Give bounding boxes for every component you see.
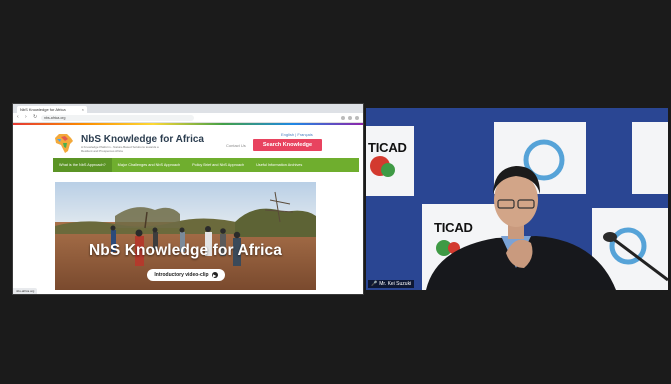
browser-address-bar: ‹ › ↻ nbs-africa.org (13, 113, 363, 123)
forward-icon[interactable]: › (25, 115, 30, 120)
nav-item-major-challenges[interactable]: Major Challenges and NbS Approach (112, 158, 186, 172)
shared-screen-tile: NbS Knowledge for Africa × ‹ › ↻ nbs-afr… (12, 103, 364, 295)
search-knowledge-button[interactable]: Search Knowledge (253, 139, 322, 151)
back-icon[interactable]: ‹ (17, 115, 22, 120)
site-subtitle: A Knowledge Platform - Nature-Based Solu… (81, 145, 159, 153)
participant-video-tile[interactable]: TICAD TICAD 🎤 Mr. Kei Suzuki (366, 108, 668, 290)
site-nav: What is the NbS Approach? Major Challeng… (53, 158, 359, 172)
hero-title: NbS Knowledge for Africa (88, 242, 282, 259)
extension-icon[interactable] (348, 115, 352, 120)
browser-tab[interactable]: NbS Knowledge for Africa × (17, 106, 87, 113)
play-icon: ▶ (211, 272, 218, 278)
nav-item-what-is-nbs[interactable]: What is the NbS Approach? (53, 158, 112, 172)
url-text: nbs-africa.org (44, 115, 66, 120)
backdrop-text-ticad-1: TICAD (368, 140, 407, 155)
hero-banner: NbS Knowledge for Africa Introductory vi… (55, 182, 316, 290)
extension-icons (341, 115, 359, 120)
status-bar-url: nbs-africa.org (13, 288, 38, 294)
site-title[interactable]: NbS Knowledge for Africa (81, 134, 204, 145)
close-icon[interactable]: × (82, 107, 84, 112)
tab-title: NbS Knowledge for Africa (20, 107, 66, 112)
video-button-label: Introductory video-clip (154, 272, 209, 278)
site-header: NbS Knowledge for Africa A Knowledge Pla… (13, 125, 363, 158)
backdrop-text-ticad-2: TICAD (434, 220, 473, 235)
nav-item-archives[interactable]: Useful Information Archives (250, 158, 308, 172)
star-icon[interactable] (341, 115, 345, 120)
participant-name: Mr. Kei Suzuki (379, 281, 412, 287)
contact-link[interactable]: Contact Us (226, 143, 246, 148)
participant-name-tag: 🎤 Mr. Kei Suzuki (368, 280, 415, 288)
language-links[interactable]: English | Français (281, 132, 313, 137)
nav-item-policy-brief[interactable]: Policy Brief and NbS Approach (186, 158, 250, 172)
intro-video-button[interactable]: Introductory video-clip ▶ (147, 269, 225, 281)
url-input[interactable]: nbs-africa.org (41, 114, 194, 121)
mic-icon: 🎤 (371, 281, 378, 287)
browser-tab-bar: NbS Knowledge for Africa × (13, 104, 363, 113)
profile-icon[interactable] (355, 115, 359, 120)
reload-icon[interactable]: ↻ (33, 115, 38, 120)
ticad-backdrop (366, 108, 668, 290)
africa-map-logo-icon[interactable] (53, 132, 75, 154)
